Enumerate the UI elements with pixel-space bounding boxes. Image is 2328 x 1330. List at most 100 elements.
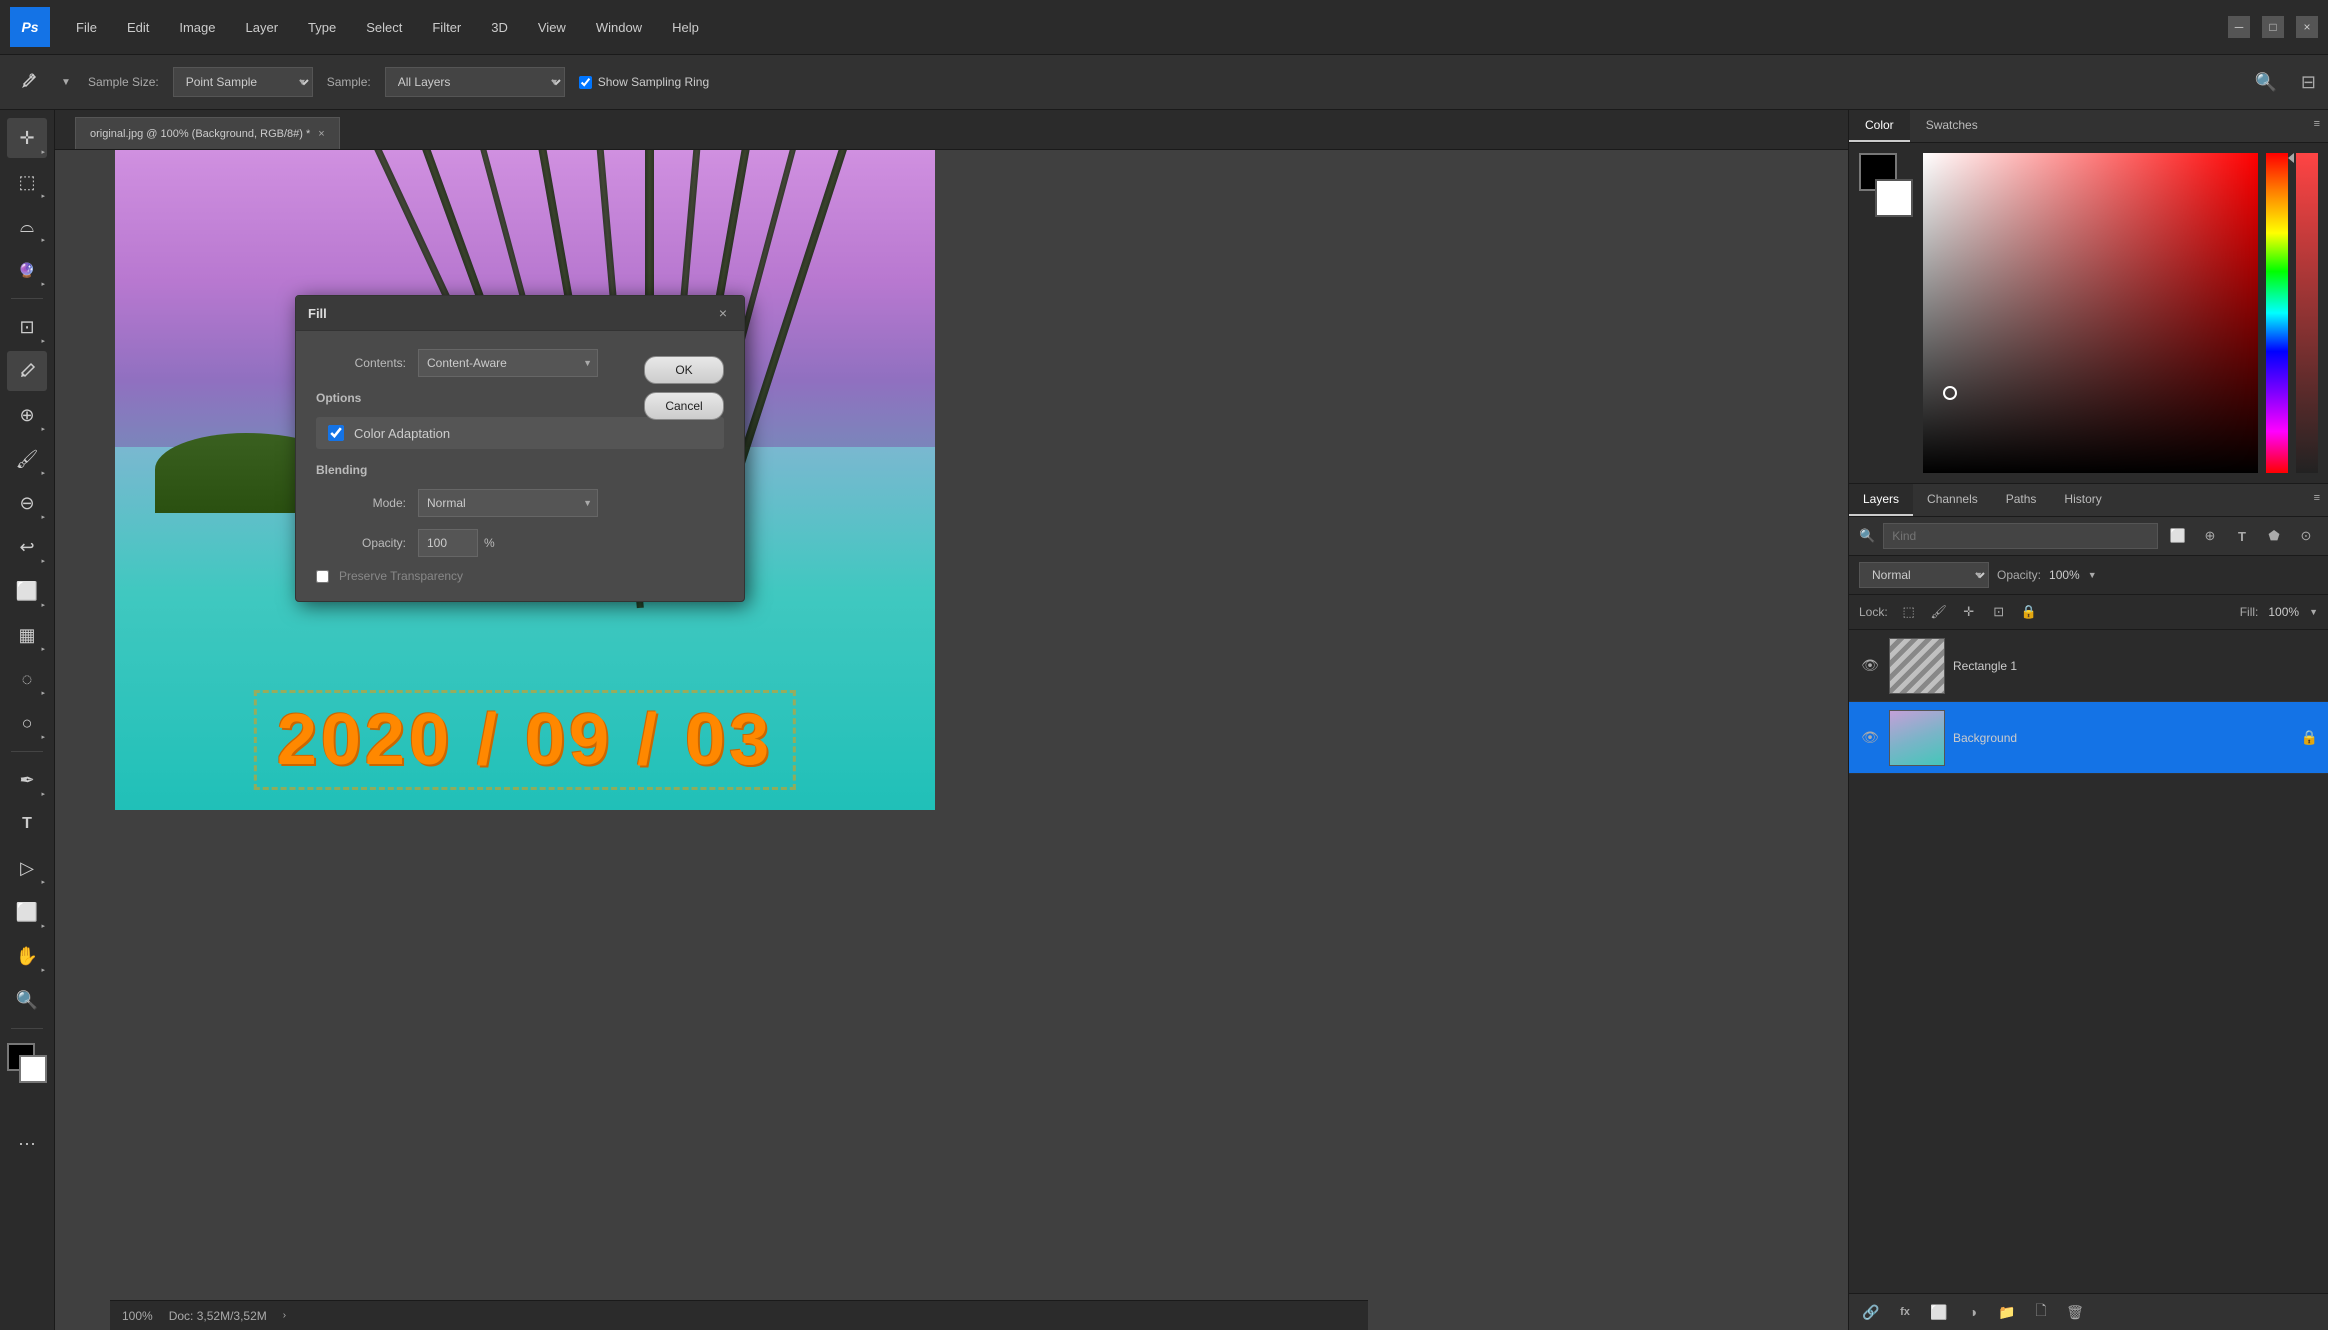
eyedropper-icon[interactable] [12,66,44,98]
layer-blend-row: Normal Opacity: 100% ▼ [1849,556,2328,595]
ok-button[interactable]: OK [644,356,724,384]
minimize-button[interactable]: ─ [2228,16,2250,38]
healing-tool[interactable]: ▸⊕ [7,395,47,435]
alpha-bar[interactable] [2296,153,2318,473]
menu-layer[interactable]: Layer [240,16,285,39]
panel-expand-icon[interactable]: ≡ [2306,110,2328,142]
blend-mode-select[interactable]: Normal [1859,562,1989,588]
layers-kind-input[interactable] [1883,523,2158,549]
sampling-ring-checkbox[interactable] [579,76,592,89]
search-icon[interactable]: 🔍 [2244,72,2286,93]
tab-color[interactable]: Color [1849,110,1910,142]
eraser-tool[interactable]: ⬜▸ [7,571,47,611]
layer-visibility-background[interactable]: 👁 [1859,727,1881,749]
layer-filter-smart[interactable]: ⊙ [2294,524,2318,548]
lock-icons: ⬚ 🖌 ✛ ⊡ 🔒 [1898,601,2040,623]
layers-panel-expand[interactable]: ≡ [2306,484,2328,516]
mode-select-wrapper: Normal Dissolve Multiply [418,489,598,517]
sample-value-select[interactable]: All Layers Current Layer [385,67,565,97]
color-adaptation-label: Color Adaptation [354,426,450,441]
tab-channels[interactable]: Channels [1913,484,1992,516]
blur-tool[interactable]: ◌▸ [7,659,47,699]
history-brush-tool[interactable]: ↩▸ [7,527,47,567]
layer-visibility-rectangle1[interactable]: 👁 [1859,655,1881,677]
delete-layer-icon[interactable]: 🗑 [2063,1300,2087,1324]
color-adaptation-row: Color Adaptation [316,417,724,449]
menu-file[interactable]: File [70,16,103,39]
layer-item-background[interactable]: 👁 Background 🔒 [1849,702,2328,774]
menu-window[interactable]: Window [590,16,648,39]
menu-type[interactable]: Type [302,16,342,39]
preserve-transparency-checkbox[interactable] [316,570,329,583]
contents-select[interactable]: Content-Aware Foreground Color Backgroun… [418,349,598,377]
tab-swatches[interactable]: Swatches [1910,110,1994,142]
close-button[interactable]: × [2296,16,2318,38]
menu-view[interactable]: View [532,16,572,39]
more-tools[interactable]: ··· [7,1123,47,1163]
crop-tool[interactable]: ⊡▸ [7,307,47,347]
link-layers-icon[interactable]: 🔗 [1859,1300,1883,1324]
path-select-tool[interactable]: ▷▸ [7,848,47,888]
zoom-tool[interactable]: 🔍 [7,980,47,1020]
background-color[interactable] [19,1055,47,1083]
cancel-button[interactable]: Cancel [644,392,724,420]
layer-filter-adjustment[interactable]: ⊕ [2198,524,2222,548]
layer-filter-pixel[interactable]: ⬜ [2166,524,2190,548]
menu-filter[interactable]: Filter [426,16,467,39]
gradient-tool[interactable]: ▦▸ [7,615,47,655]
layer-filter-type[interactable]: T [2230,524,2254,548]
shape-tool[interactable]: ⬜▸ [7,892,47,932]
document-tab[interactable]: original.jpg @ 100% (Background, RGB/8#)… [75,117,340,149]
eyedropper-tool[interactable] [7,351,47,391]
opacity-value-layers: 100% [2049,568,2080,582]
lock-all-icon[interactable]: 🔒 [2018,601,2040,623]
lock-artboard-icon[interactable]: ⊡ [1988,601,2010,623]
lock-position-icon[interactable]: ✛ [1958,601,1980,623]
new-group-icon[interactable]: 📁 [1995,1300,2019,1324]
color-gradient-box[interactable] [1923,153,2258,473]
tab-layers[interactable]: Layers [1849,484,1913,516]
mode-select[interactable]: Normal Dissolve Multiply [418,489,598,517]
background-swatch[interactable] [1875,179,1913,217]
maximize-button[interactable]: □ [2262,16,2284,38]
clone-stamp-tool[interactable]: ⊖▸ [7,483,47,523]
new-adjustment-icon[interactable]: ◑ [1961,1300,1985,1324]
menu-edit[interactable]: Edit [121,16,155,39]
hue-bar[interactable] [2266,153,2288,473]
menu-3d[interactable]: 3D [485,16,514,39]
fx-icon[interactable]: fx [1893,1300,1917,1324]
selection-tool[interactable]: ⬚▸ [7,162,47,202]
fill-dialog: Fill × Contents: Content-Aware Foregroun… [295,295,745,602]
dialog-close-button[interactable]: × [714,304,732,322]
lock-label: Lock: [1859,605,1888,619]
new-layer-icon[interactable]: 🗋 [2029,1300,2053,1324]
layer-filter-shape[interactable]: ⬟ [2262,524,2286,548]
lasso-tool[interactable]: ⌓▸ [7,206,47,246]
color-adaptation-checkbox[interactable] [328,425,344,441]
pen-tool[interactable]: ✒▸ [7,760,47,800]
text-tool[interactable]: T [7,804,47,844]
menu-image[interactable]: Image [173,16,221,39]
tab-history[interactable]: History [2050,484,2115,516]
opacity-input[interactable] [418,529,478,557]
tab-paths[interactable]: Paths [1992,484,2051,516]
opacity-arrow-layers[interactable]: ▼ [2088,570,2097,580]
hand-tool[interactable]: ✋▸ [7,936,47,976]
layer-item-rectangle1[interactable]: 👁 Rectangle 1 [1849,630,2328,702]
sample-size-select[interactable]: Point Sample 3 by 3 Average [173,67,313,97]
move-tool[interactable]: ✛▸ [7,118,47,158]
dodge-tool[interactable]: ○▸ [7,703,47,743]
tab-close-icon[interactable]: × [318,128,324,140]
menu-select[interactable]: Select [360,16,408,39]
quick-select-tool[interactable]: 🔮▸ [7,250,47,290]
menu-help[interactable]: Help [666,16,705,39]
layout-icon[interactable]: ⊟ [2301,72,2316,93]
brush-tool[interactable]: 🖌▸ [7,439,47,479]
contents-row: Contents: Content-Aware Foreground Color… [316,349,724,377]
lock-pixels-icon[interactable]: ⬚ [1898,601,1920,623]
status-arrow[interactable]: › [283,1310,286,1321]
fill-arrow[interactable]: ▼ [2309,607,2318,617]
lock-paint-icon[interactable]: 🖌 [1928,601,1950,623]
tool-dropdown-arrow[interactable]: ▼ [58,66,74,98]
add-mask-icon[interactable]: ⬜ [1927,1300,1951,1324]
